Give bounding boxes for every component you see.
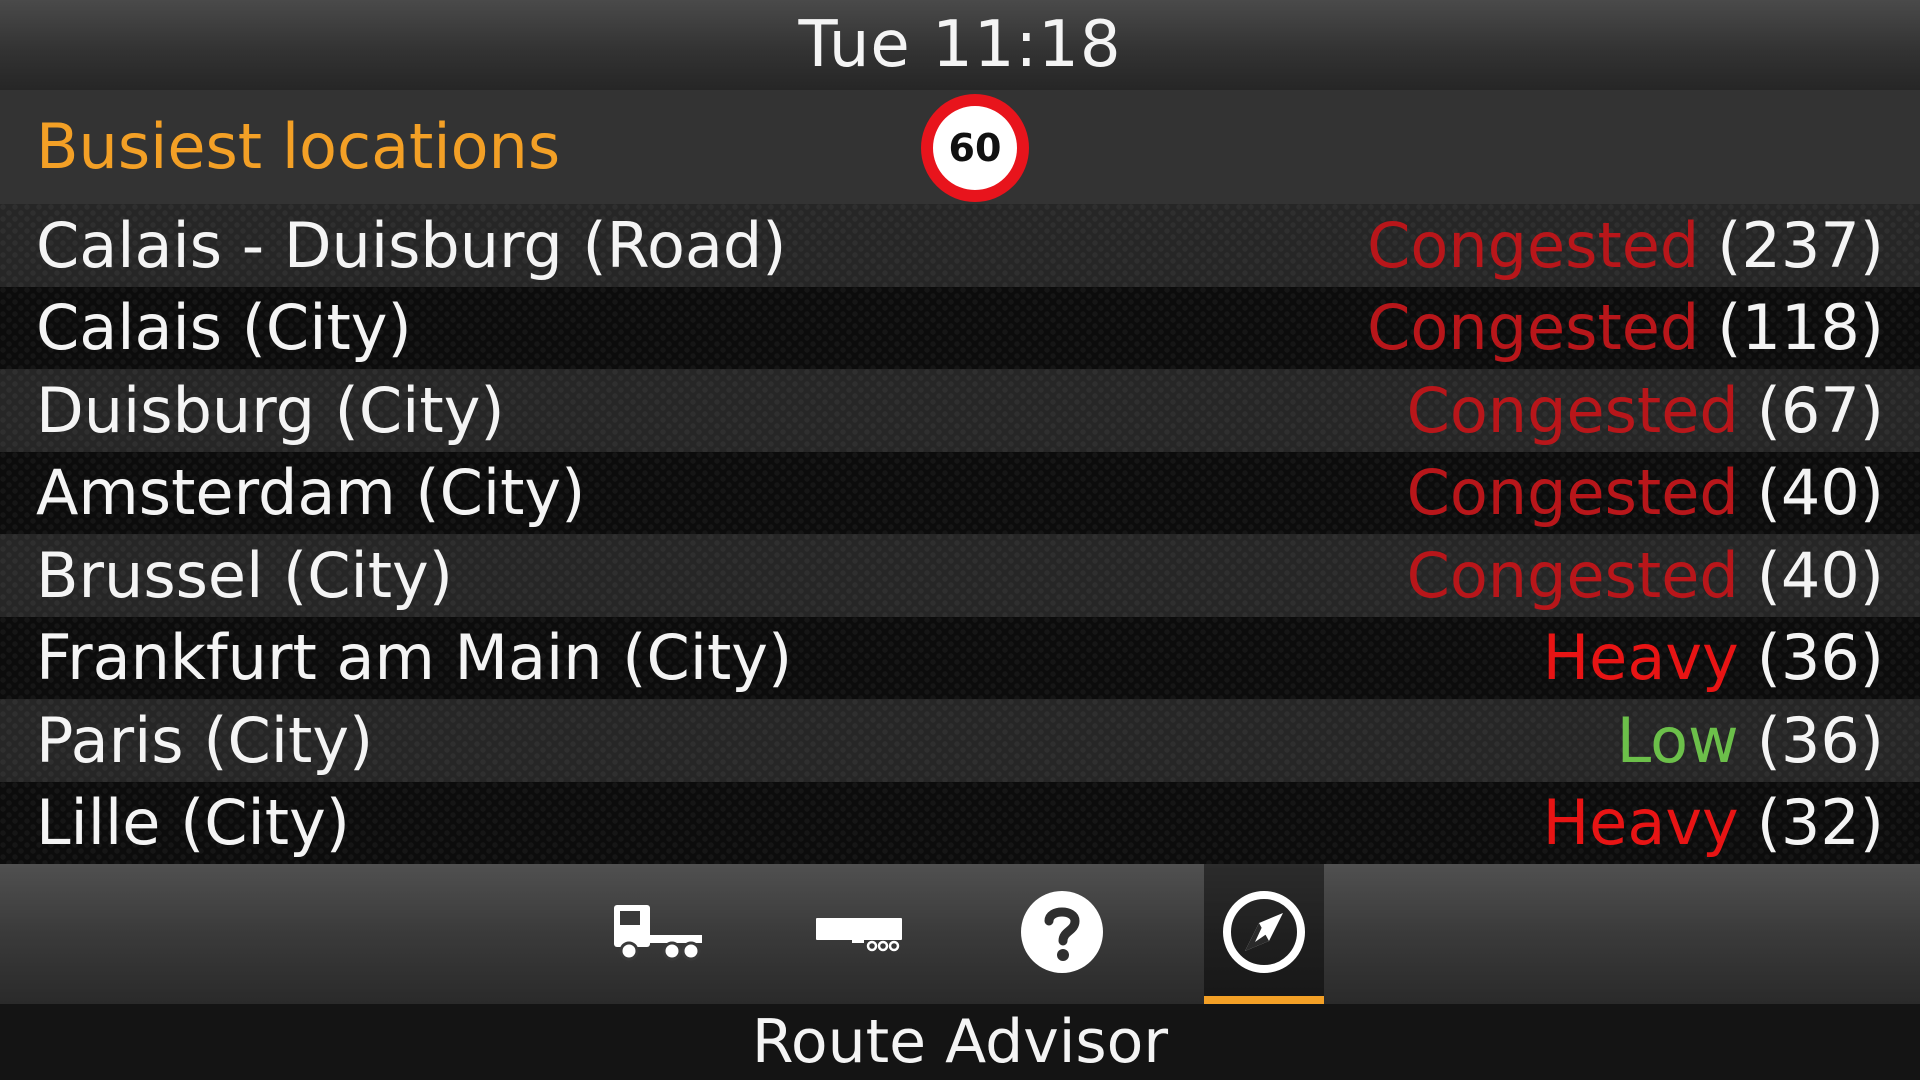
screen-footer: Route Advisor [0,1004,1920,1080]
traffic-status: Low [1616,703,1739,777]
speed-limit-sign: 60 [921,94,1029,202]
top-bar: Tue 11:18 [0,0,1920,90]
route-advisor-button[interactable] [1204,864,1324,1004]
traffic-info: Congested (67) [1407,374,1884,447]
trailer-icon [814,910,906,958]
traffic-status: Heavy [1542,786,1739,860]
location-name: Frankfurt am Main (City) [36,621,793,695]
page-title: Busiest locations [36,110,561,183]
traffic-count: (36) [1756,703,1884,777]
list-item: Calais - Duisburg (Road) Congested (237) [0,204,1920,287]
list-item: Calais (City) Congested (118) [0,286,1920,369]
traffic-status: Congested [1367,208,1700,282]
traffic-info: Heavy (36) [1543,621,1884,694]
help-button[interactable] [1002,864,1122,1004]
list-item: Paris (City) Low (36) [0,699,1920,782]
traffic-info: Congested (40) [1407,456,1884,529]
traffic-count: (40) [1756,538,1884,612]
locations-list: Calais - Duisburg (Road) Congested (237) … [0,204,1920,864]
traffic-status: Congested [1406,456,1739,530]
location-name: Calais - Duisburg (Road) [36,208,787,282]
location-name: Calais (City) [36,291,412,365]
screen-title: Route Advisor [751,1007,1169,1077]
help-icon [1019,889,1105,979]
traffic-info: Low (36) [1617,704,1884,777]
list-item: Duisburg (City) Congested (67) [0,369,1920,452]
traffic-info: Congested (40) [1407,539,1884,612]
traffic-status: Congested [1406,538,1739,612]
traffic-status: Congested [1367,291,1700,365]
traffic-info: Congested (237) [1367,209,1884,282]
list-item: Brussel (City) Congested (40) [0,534,1920,617]
traffic-info: Congested (118) [1367,291,1884,364]
traffic-status: Congested [1406,373,1739,447]
compass-icon [1221,889,1307,979]
traffic-info: Heavy (32) [1543,786,1884,859]
truck-button[interactable] [598,864,718,1004]
location-name: Amsterdam (City) [36,456,586,530]
list-item: Frankfurt am Main (City) Heavy (36) [0,616,1920,699]
location-name: Lille (City) [36,786,350,860]
truck-icon [612,901,704,967]
list-item: Lille (City) Heavy (32) [0,781,1920,864]
traffic-count: (36) [1756,621,1884,695]
traffic-count: (67) [1756,373,1884,447]
bottom-nav-bar [0,864,1920,1004]
traffic-count: (40) [1756,456,1884,530]
location-name: Duisburg (City) [36,373,505,447]
speed-limit-value: 60 [948,126,1002,170]
traffic-count: (118) [1717,291,1884,365]
traffic-count: (237) [1717,208,1884,282]
clock: Tue 11:18 [798,8,1122,82]
traffic-status: Heavy [1542,621,1739,695]
traffic-count: (32) [1756,786,1884,860]
list-item: Amsterdam (City) Congested (40) [0,451,1920,534]
location-name: Brussel (City) [36,538,453,612]
location-name: Paris (City) [36,703,374,777]
trailer-button[interactable] [800,864,920,1004]
